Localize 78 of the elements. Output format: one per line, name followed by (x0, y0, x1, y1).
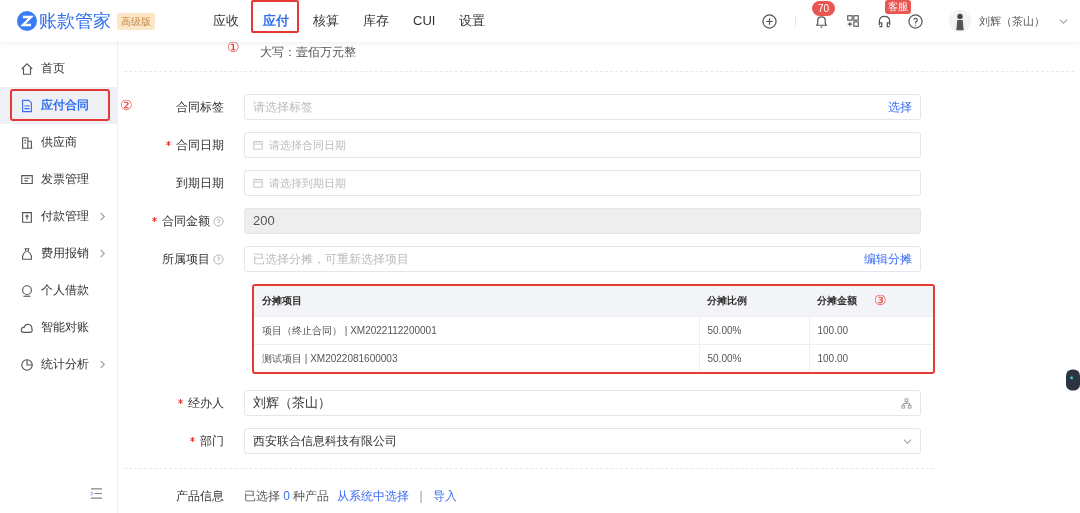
annotation-number: ② (120, 96, 133, 115)
field-action-link[interactable]: 编辑分摊 (864, 250, 912, 268)
annotation-frame (251, 0, 299, 34)
field-placeholder: 已选择分摊，可重新选择项目 (253, 251, 410, 268)
field-label: 到期日期 (176, 175, 224, 192)
logo-icon (17, 11, 37, 31)
avatar[interactable] (949, 10, 971, 32)
home-icon (20, 61, 34, 76)
document-icon (20, 98, 34, 113)
logo-text: 账款管家 (39, 9, 111, 33)
field-placeholder: 请选择标签 (253, 99, 314, 116)
link-separator: | (419, 488, 423, 505)
input-field[interactable]: 已选择分摊，可重新选择项目 编辑分摊 (244, 246, 921, 272)
annotation-number: ① (227, 38, 240, 58)
pie-chart-icon (20, 357, 34, 372)
column-header: 分摊比例 (707, 295, 747, 307)
add-icon[interactable] (762, 13, 777, 29)
nav-tab[interactable]: 核算 (301, 11, 351, 31)
user-name[interactable]: 刘辉（茶山） (979, 12, 1045, 30)
table-cell: 测试项目 | XM2022081600003 (254, 344, 699, 372)
dropdown-caret-icon (903, 436, 912, 446)
field-label: 部门 (200, 433, 224, 450)
notification-badge: 70 (812, 0, 836, 16)
nav-tab[interactable]: CUI (401, 11, 448, 31)
input-field[interactable]: 西安联合信息科技有限公司 (244, 428, 921, 454)
field-value: 刘辉（茶山） (253, 394, 332, 413)
calendar-icon (253, 178, 263, 188)
edition-badge: 高级版 (117, 12, 155, 30)
field-value: 西安联合信息科技有限公司 (253, 433, 398, 450)
column-header: 分摊金额 (817, 295, 857, 307)
field-label: 合同金额 (162, 213, 210, 230)
sidebar-item[interactable]: 智能对账 (0, 309, 117, 346)
amount-in-words: 大写：壹佰万元整 (260, 44, 356, 61)
table-cell: 50.00% (699, 316, 809, 344)
money-bag-icon (20, 246, 34, 261)
sidebar-item[interactable]: 首页 (0, 50, 117, 87)
field-label: 经办人 (188, 395, 224, 412)
invoice-icon (20, 172, 34, 187)
column-header: 分摊项目 (262, 295, 302, 307)
field-label: 合同标签 (176, 99, 224, 116)
field-action-link[interactable]: 选择 (888, 98, 912, 116)
table-cell: 项目（终止合同） | XM2022112200001 (254, 316, 699, 344)
sidebar-item[interactable]: 个人借款 (0, 272, 117, 309)
field-label: 所属项目 (162, 251, 210, 268)
service-badge[interactable]: 客服 (885, 0, 911, 14)
nav-tab[interactable]: 应收 (201, 11, 251, 31)
annotation-number: ③ (874, 291, 887, 310)
calendar-icon (253, 140, 263, 150)
pick-from-system-link[interactable]: 从系统中选择 (337, 487, 410, 505)
dropdown-caret-icon (1059, 16, 1068, 26)
org-chart-icon (901, 397, 912, 409)
help-icon[interactable] (908, 13, 923, 29)
field-value: 200 (253, 212, 275, 231)
input-field[interactable]: 请选择标签 选择 (244, 94, 921, 120)
bell-icon[interactable] (814, 13, 829, 29)
sidebar-item[interactable]: 统计分析 (0, 346, 117, 383)
table-cell: 100.00 (809, 344, 933, 372)
collapse-menu-icon[interactable] (90, 488, 103, 499)
table-cell: 50.00% (699, 344, 809, 372)
sidebar-item[interactable]: 付款管理 (0, 198, 117, 235)
input-field[interactable]: 刘辉（茶山） (244, 390, 921, 416)
sidebar-item[interactable]: 发票管理 (0, 161, 117, 198)
sidebar-item[interactable]: 供应商 (0, 124, 117, 161)
field-placeholder: 请选择到期日期 (269, 175, 346, 191)
field-label: 合同日期 (176, 137, 224, 154)
import-link[interactable]: 导入 (432, 487, 457, 505)
nav-tab[interactable]: 应付 (251, 11, 301, 31)
headset-icon[interactable] (877, 13, 892, 29)
field-label: 产品信息 (176, 488, 224, 505)
table-cell: 100.00 (809, 316, 933, 344)
apps-icon[interactable] (846, 14, 860, 28)
nav-tab[interactable]: 库存 (351, 11, 401, 31)
wallet-icon (20, 209, 34, 224)
nav-tab[interactable]: 设置 (447, 11, 498, 31)
input-field[interactable]: 200 (244, 208, 921, 234)
building-icon (20, 135, 34, 150)
sidebar-item[interactable]: 费用报销 (0, 235, 117, 272)
selected-count-text: 已选择 0 种产品 (244, 488, 330, 505)
